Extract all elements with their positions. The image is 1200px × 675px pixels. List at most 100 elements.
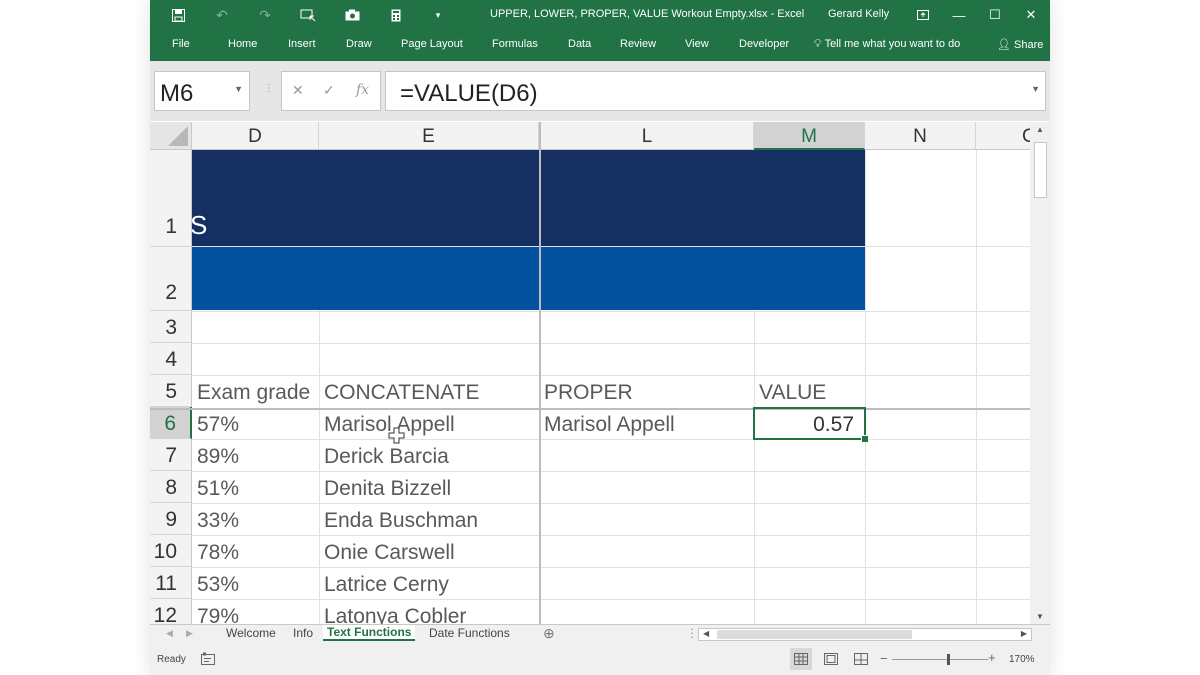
column-header-m[interactable]: M <box>754 122 865 150</box>
maximize-icon[interactable]: ☐ <box>978 0 1012 30</box>
calculator-icon[interactable] <box>384 0 408 30</box>
tab-developer[interactable]: Developer <box>739 38 789 50</box>
chevron-down-icon[interactable]: ▼ <box>234 84 243 94</box>
row-header-3[interactable]: 3 <box>150 311 192 343</box>
cell-l5[interactable]: PROPER <box>539 377 754 408</box>
cell-l6[interactable]: Marisol Appell <box>539 409 754 440</box>
camera-icon[interactable] <box>340 0 364 30</box>
zoom-in-icon[interactable]: + <box>988 650 996 665</box>
row-header-9[interactable]: 9 <box>150 503 192 535</box>
page-break-preview-icon[interactable] <box>853 651 869 666</box>
cell-e9[interactable]: Enda Buschman <box>319 505 539 536</box>
column-header-n[interactable]: N <box>865 122 976 150</box>
tab-insert[interactable]: Insert <box>288 38 316 50</box>
column-header-next[interactable]: C <box>976 122 1030 150</box>
tab-page-layout[interactable]: Page Layout <box>401 38 463 50</box>
undo-icon[interactable]: ↶ <box>210 0 234 30</box>
scroll-right-icon[interactable]: ▶ <box>1021 629 1027 638</box>
row-header-1[interactable]: 1 <box>150 150 192 247</box>
horizontal-scroll-thumb[interactable] <box>717 630 912 639</box>
customize-qat-icon[interactable]: ▾ <box>428 0 448 30</box>
select-all-button[interactable] <box>150 122 192 150</box>
vertical-scrollbar[interactable]: ▲ ▼ <box>1030 122 1050 624</box>
cell-d9[interactable]: 33% <box>192 505 319 536</box>
user-name[interactable]: Gerard Kelly <box>828 8 889 20</box>
horizontal-scrollbar[interactable]: ◀ ▶ <box>698 628 1032 641</box>
zoom-slider-thumb[interactable] <box>947 654 950 665</box>
add-sheet-icon[interactable]: ⊕ <box>543 625 555 642</box>
enter-icon[interactable]: ✓ <box>323 82 335 99</box>
row-header-4[interactable]: 4 <box>150 343 192 375</box>
formula-input[interactable]: =VALUE(D6) ▼ <box>385 71 1046 111</box>
tab-formulas[interactable]: Formulas <box>492 38 538 50</box>
scroll-down-icon[interactable]: ▼ <box>1036 612 1044 621</box>
cell-d10[interactable]: 78% <box>192 537 319 568</box>
name-box[interactable]: M6 ▼ <box>154 71 250 111</box>
drag-handle-icon[interactable]: ⋮ <box>264 83 274 94</box>
row-header-6[interactable]: 6 <box>150 407 192 439</box>
formula-bar: M6 ▼ ⋮ ✕ ✓ fx =VALUE(D6) ▼ <box>150 61 1050 121</box>
cell-e5[interactable]: CONCATENATE <box>319 377 539 408</box>
tab-review[interactable]: Review <box>620 38 656 50</box>
insert-shape-icon[interactable] <box>296 0 320 30</box>
cell-d5[interactable]: Exam grade <box>192 377 319 408</box>
cell-d6[interactable]: 57% <box>192 409 319 440</box>
tab-file[interactable]: File <box>172 38 190 50</box>
tab-splitter-icon[interactable]: ⋮ <box>686 626 698 640</box>
zoom-level[interactable]: 170% <box>1009 654 1035 665</box>
prev-sheet-icon[interactable]: ◀ <box>166 628 173 639</box>
redo-icon[interactable]: ↷ <box>253 0 277 30</box>
row-header-2[interactable]: 2 <box>150 247 192 311</box>
cell-e6[interactable]: Marisol Appell <box>319 409 539 440</box>
zoom-out-icon[interactable]: − <box>880 651 888 666</box>
tab-data[interactable]: Data <box>568 38 591 50</box>
cell-d8[interactable]: 51% <box>192 473 319 504</box>
zoom-slider[interactable] <box>892 659 988 660</box>
tab-draw[interactable]: Draw <box>346 38 372 50</box>
row-header-11[interactable]: 11 <box>150 567 192 599</box>
next-sheet-icon[interactable]: ▶ <box>186 628 193 639</box>
cancel-icon[interactable]: ✕ <box>292 82 304 99</box>
column-header-d[interactable]: D <box>192 122 319 150</box>
tab-view[interactable]: View <box>685 38 709 50</box>
fill-handle[interactable] <box>861 435 869 443</box>
cell-e11[interactable]: Latrice Cerny <box>319 569 539 600</box>
sheet-tab-date-functions[interactable]: Date Functions <box>429 626 510 640</box>
sheet-tab-info[interactable]: Info <box>293 626 313 640</box>
cell-e8[interactable]: Denita Bizzell <box>319 473 539 504</box>
vertical-scroll-thumb[interactable] <box>1034 142 1047 198</box>
normal-view-icon[interactable] <box>790 648 812 670</box>
cell-d7[interactable]: 89% <box>192 441 319 472</box>
page-layout-view-icon[interactable] <box>823 651 839 666</box>
close-icon[interactable]: ✕ <box>1014 0 1048 30</box>
ribbon-display-options-icon[interactable] <box>906 0 940 30</box>
worksheet-grid[interactable]: D E L M N C 1 2 3 4 5 6 7 8 9 10 11 12 S… <box>150 122 1030 624</box>
column-header-l[interactable]: L <box>541 122 754 150</box>
minimize-icon[interactable]: — <box>942 0 976 30</box>
tell-me-label: Tell me what you want to do <box>824 38 961 50</box>
row-header-7[interactable]: 7 <box>150 439 192 471</box>
sheet-tab-welcome[interactable]: Welcome <box>226 626 276 640</box>
cell-e10[interactable]: Onie Carswell <box>319 537 539 568</box>
cell-m5[interactable]: VALUE <box>754 377 865 408</box>
active-cell-selection[interactable] <box>753 407 866 440</box>
insert-function-icon[interactable]: fx <box>356 82 369 98</box>
row-header-8[interactable]: 8 <box>150 471 192 503</box>
row-header-10[interactable]: 10 <box>150 535 192 567</box>
column-header-e[interactable]: E <box>319 122 539 150</box>
cell-d12[interactable]: 79% <box>192 601 319 624</box>
sheet-tab-text-functions[interactable]: Text Functions <box>323 625 416 641</box>
tell-me-search[interactable]: 💡︎ Tell me what you want to do <box>814 38 960 51</box>
row-header-5[interactable]: 5 <box>150 375 192 407</box>
row-header-12[interactable]: 12 <box>150 599 192 624</box>
cell-d11[interactable]: 53% <box>192 569 319 600</box>
tab-home[interactable]: Home <box>228 38 257 50</box>
share-button[interactable]: 👤︎ Share <box>997 38 1043 51</box>
cell-e12[interactable]: Latonya Cobler <box>319 601 539 624</box>
scroll-up-icon[interactable]: ▲ <box>1036 125 1044 134</box>
save-icon[interactable] <box>166 0 190 30</box>
macro-record-icon[interactable] <box>200 651 216 666</box>
expand-formula-bar-icon[interactable]: ▼ <box>1031 84 1040 94</box>
cell-e7[interactable]: Derick Barcia <box>319 441 539 472</box>
scroll-left-icon[interactable]: ◀ <box>703 629 709 638</box>
